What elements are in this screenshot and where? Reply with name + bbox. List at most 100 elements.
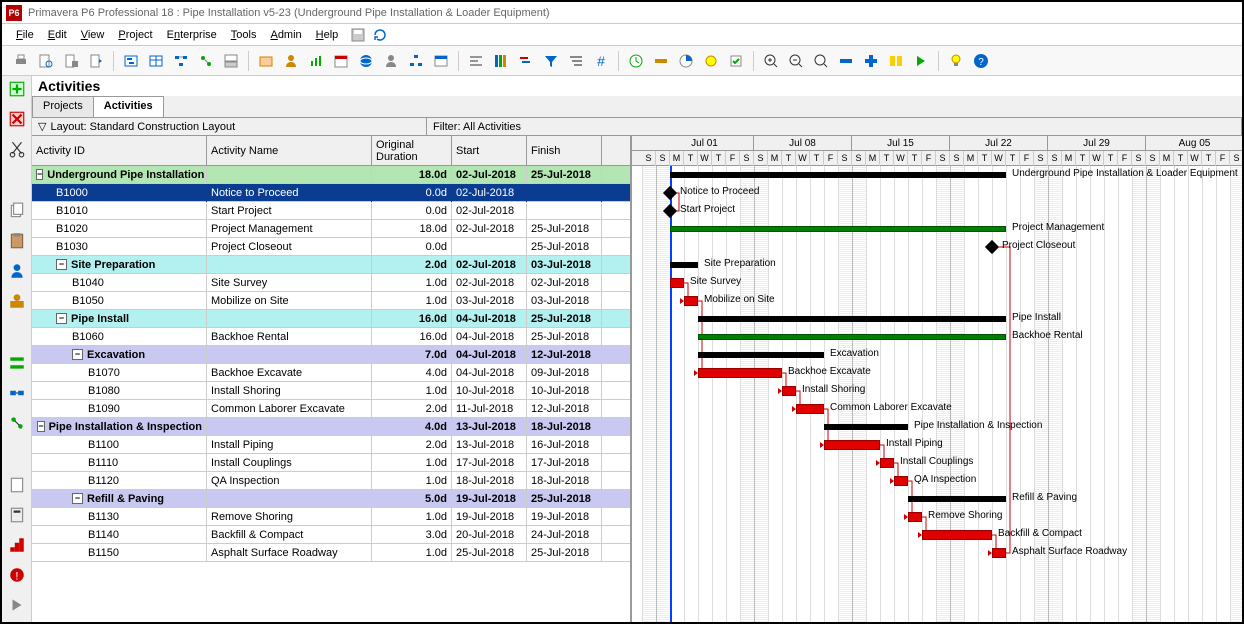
rail-succ-icon[interactable] — [8, 414, 26, 432]
rail-cut-icon[interactable] — [8, 140, 26, 158]
col-start[interactable]: Start — [452, 136, 527, 165]
collapse-icon[interactable]: − — [56, 313, 67, 324]
layout-trace-icon[interactable] — [195, 50, 217, 72]
rail-del-icon[interactable] — [8, 110, 26, 128]
table-row[interactable]: −Excavation7.0d04-Jul-201812-Jul-2018 — [32, 346, 630, 364]
activity-codes-icon[interactable] — [430, 50, 452, 72]
gantt-bar[interactable] — [670, 172, 1006, 178]
proj-icon[interactable] — [255, 50, 277, 72]
table-row[interactable]: B1020Project Management18.0d02-Jul-20182… — [32, 220, 630, 238]
table-row[interactable]: −Refill & Paving5.0d19-Jul-201825-Jul-20… — [32, 490, 630, 508]
gantt-bar[interactable] — [698, 334, 1006, 340]
gantt-body[interactable]: Underground Pipe Installation & Loader E… — [632, 166, 1242, 622]
table-row[interactable]: B1100Install Piping2.0d13-Jul-201816-Jul… — [32, 436, 630, 454]
rail-issues-icon[interactable]: ! — [8, 566, 26, 584]
help-icon[interactable]: ? — [970, 50, 992, 72]
filter-label[interactable]: Filter: All Activities — [427, 118, 1242, 135]
rail-role-icon[interactable] — [8, 292, 26, 310]
gantt-bar[interactable] — [698, 316, 1006, 322]
tab-activities[interactable]: Activities — [93, 96, 164, 117]
rail-run-icon[interactable] — [8, 596, 26, 614]
menu-help[interactable]: Help — [310, 27, 345, 43]
table-row[interactable]: B1040Site Survey1.0d02-Jul-201802-Jul-20… — [32, 274, 630, 292]
gantt-milestone[interactable] — [663, 204, 677, 218]
gantt-bar[interactable] — [670, 262, 698, 268]
lightbulb-icon[interactable] — [945, 50, 967, 72]
table-row[interactable]: B1050Mobilize on Site1.0d03-Jul-201803-J… — [32, 292, 630, 310]
collapse-icon[interactable]: − — [37, 421, 44, 432]
gantt-bar[interactable] — [880, 458, 894, 468]
user-icon[interactable] — [380, 50, 402, 72]
gantt-bar[interactable] — [894, 476, 908, 486]
rail-steps-icon[interactable] — [8, 536, 26, 554]
menu-file[interactable]: File — [10, 27, 40, 43]
gantt-milestone[interactable] — [663, 186, 677, 200]
refresh-icon[interactable] — [372, 27, 388, 43]
table-row[interactable]: B1110Install Couplings1.0d17-Jul-201817-… — [32, 454, 630, 472]
gantt-milestone[interactable] — [985, 240, 999, 254]
publish-icon[interactable] — [85, 50, 107, 72]
table-row[interactable]: B1120QA Inspection1.0d18-Jul-201818-Jul-… — [32, 472, 630, 490]
col-activity-id[interactable]: Activity ID — [32, 136, 207, 165]
table-row[interactable]: B1060Backhoe Rental16.0d04-Jul-201825-Ju… — [32, 328, 630, 346]
gantt-bar[interactable] — [796, 404, 824, 414]
menu-enterprise[interactable]: Enterprise — [161, 27, 223, 43]
menu-admin[interactable]: Admin — [264, 27, 307, 43]
filter-icon[interactable] — [540, 50, 562, 72]
calendar-icon[interactable] — [330, 50, 352, 72]
col-finish[interactable]: Finish — [527, 136, 602, 165]
gantt-bar[interactable] — [670, 226, 1006, 232]
table-row[interactable]: B1070Backhoe Excavate4.0d04-Jul-201809-J… — [32, 364, 630, 382]
rail-pred-icon[interactable] — [8, 384, 26, 402]
zoom-fit-icon[interactable] — [810, 50, 832, 72]
menu-view[interactable]: View — [75, 27, 111, 43]
table-row[interactable]: B1010Start Project0.0d02-Jul-2018 — [32, 202, 630, 220]
bars-icon[interactable] — [515, 50, 537, 72]
page-setup-icon[interactable] — [60, 50, 82, 72]
gantt-bar[interactable] — [824, 424, 908, 430]
collapse-icon[interactable]: − — [56, 259, 67, 270]
gantt-bar[interactable] — [922, 530, 992, 540]
rail-copy-icon[interactable] — [8, 202, 26, 220]
gantt-bar[interactable] — [670, 278, 684, 288]
collapse-icon[interactable]: − — [36, 169, 43, 180]
layout-dropdown[interactable]: ▽Layout: Standard Construction Layout — [32, 118, 427, 135]
gantt-bar[interactable] — [908, 496, 1006, 502]
table-row[interactable]: B1030Project Closeout0.0d25-Jul-2018 — [32, 238, 630, 256]
layout-table-icon[interactable] — [145, 50, 167, 72]
table-row[interactable]: B1130Remove Shoring1.0d19-Jul-201819-Jul… — [32, 508, 630, 526]
table-row[interactable]: B1090Common Laborer Excavate2.0d11-Jul-2… — [32, 400, 630, 418]
progress-icon[interactable] — [675, 50, 697, 72]
wbs-icon[interactable] — [405, 50, 427, 72]
collapse-icon[interactable]: − — [72, 493, 83, 504]
save-icon[interactable] — [350, 27, 366, 43]
col-activity-name[interactable]: Activity Name — [207, 136, 372, 165]
tab-projects[interactable]: Projects — [32, 96, 94, 117]
table-row[interactable]: B1150Asphalt Surface Roadway1.0d25-Jul-2… — [32, 544, 630, 562]
hashtag-icon[interactable]: # — [590, 50, 612, 72]
expand-icon[interactable] — [860, 50, 882, 72]
zoom-out-icon[interactable] — [785, 50, 807, 72]
menu-tools[interactable]: Tools — [225, 27, 263, 43]
grid-body[interactable]: −Underground Pipe Installation & Loader … — [32, 166, 630, 622]
spotlight-icon[interactable] — [700, 50, 722, 72]
col-orig-dur[interactable]: Original Duration — [372, 136, 452, 165]
gantt-bar[interactable] — [908, 512, 922, 522]
store-period-icon[interactable] — [725, 50, 747, 72]
print-preview-icon[interactable] — [35, 50, 57, 72]
gantt-bar[interactable] — [698, 368, 782, 378]
table-row[interactable]: −Site Preparation2.0d02-Jul-201803-Jul-2… — [32, 256, 630, 274]
collapse-icon[interactable] — [835, 50, 857, 72]
layout-gantt-icon[interactable] — [120, 50, 142, 72]
schedule-icon[interactable] — [625, 50, 647, 72]
collapse-icon[interactable]: − — [72, 349, 83, 360]
menu-edit[interactable]: Edit — [42, 27, 73, 43]
gantt-bar[interactable] — [698, 352, 824, 358]
rail-add-icon[interactable] — [8, 80, 26, 98]
rail-paste-icon[interactable] — [8, 232, 26, 250]
zoom-in-icon[interactable] — [760, 50, 782, 72]
prev-icon[interactable] — [885, 50, 907, 72]
rail-doc-icon[interactable] — [8, 476, 26, 494]
table-row[interactable]: B1080Install Shoring1.0d10-Jul-201810-Ju… — [32, 382, 630, 400]
gantt-bar[interactable] — [684, 296, 698, 306]
